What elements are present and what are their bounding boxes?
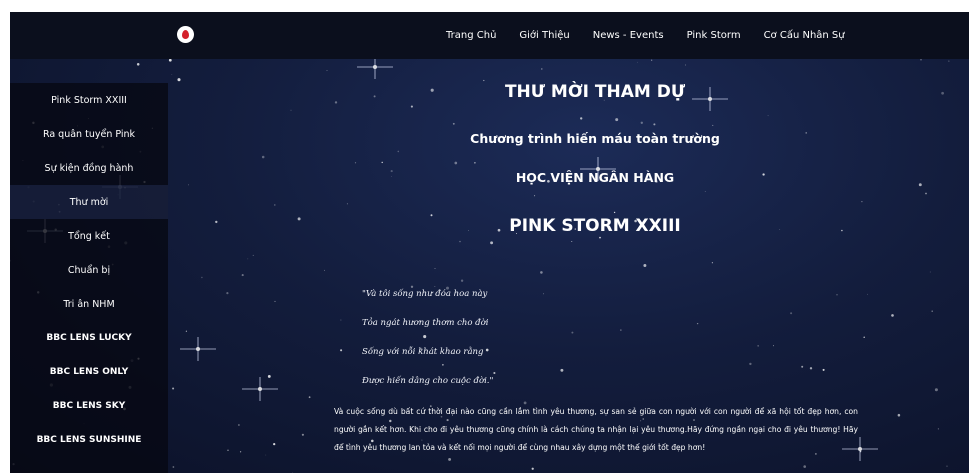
star-dot <box>261 155 265 159</box>
star-dot <box>925 192 927 195</box>
star-dot <box>252 254 254 256</box>
star-dot <box>177 78 181 82</box>
sidebar-item-bbc-lens-only[interactable]: BBC LENS ONLY <box>10 355 168 389</box>
star-dot <box>301 433 304 436</box>
page-subtitle: Chương trình hiến máu toàn trường <box>470 131 720 146</box>
star-dot <box>171 74 173 75</box>
blood-drop-logo-icon <box>182 30 189 39</box>
star-dot <box>931 310 933 312</box>
star-dot <box>929 271 931 273</box>
star-dot <box>136 63 140 66</box>
nav-link-co-cau-nhan-su[interactable]: Cơ Cấu Nhân Sự <box>764 30 845 41</box>
star-dot <box>946 465 948 467</box>
invitation-content: THƯ MỜI THAM DỰ Chương trình hiến máu to… <box>330 59 860 473</box>
nav-links: Trang Chủ Giới Thiệu News - Events Pink … <box>446 12 868 59</box>
sidebar-item-ra-quan-tuyen-pink[interactable]: Ra quân tuyển Pink <box>10 117 168 151</box>
invitation-paragraph: Và cuộc sống dù bất cứ thời đại nào cũng… <box>334 407 858 452</box>
organization-name: HỌC VIỆN NGÂN HÀNG <box>515 170 675 185</box>
sidebar-item-tri-an-nhm[interactable]: Tri ân NHM <box>10 287 168 321</box>
nav-link-news-events[interactable]: News - Events <box>593 30 664 41</box>
nav-link-pink-storm[interactable]: Pink Storm <box>687 30 741 41</box>
sidebar-item-pink-storm-xxiii[interactable]: Pink Storm XXIII <box>10 83 168 117</box>
star-dot <box>267 374 271 378</box>
star-dot <box>891 314 894 317</box>
sidebar-menu: Pink Storm XXIII Ra quân tuyển Pink Sự k… <box>10 83 168 473</box>
star-dot <box>185 330 187 332</box>
star-dot <box>274 300 276 302</box>
star-dot <box>861 200 863 203</box>
star-dot <box>241 274 244 277</box>
star-dot <box>247 258 249 260</box>
star-dot <box>918 183 922 187</box>
star-dot <box>188 184 190 186</box>
star-dot <box>324 269 325 271</box>
star-dot <box>863 336 865 338</box>
star-dot <box>172 466 175 468</box>
star-dot <box>168 59 172 62</box>
star-dot <box>948 60 950 62</box>
nav-link-trang-chu[interactable]: Trang Chủ <box>446 30 496 41</box>
top-strip <box>0 0 969 12</box>
star-dot <box>273 442 276 446</box>
star-dot <box>290 109 292 111</box>
star-dot <box>227 449 229 451</box>
star-dot <box>941 91 944 95</box>
star-dot <box>215 220 218 224</box>
star-dot <box>867 293 868 295</box>
star-dot <box>226 292 229 295</box>
poem-line: Tỏa ngát hương thơm cho đời <box>362 318 489 328</box>
star-dot <box>297 217 301 221</box>
sidebar-item-tong-ket[interactable]: Tổng kết <box>10 219 168 253</box>
nav-link-gioi-thieu[interactable]: Giới Thiệu <box>519 30 569 41</box>
star-dot <box>237 424 240 426</box>
top-navbar: Trang Chủ Giới Thiệu News - Events Pink … <box>10 12 969 59</box>
poem-line: "Và tôi sống như đóa hoa này <box>362 289 488 299</box>
star-dot <box>920 59 922 61</box>
sparkle-star <box>180 337 216 361</box>
sidebar-item-bbc-lens-sunshine[interactable]: BBC LENS SUNSHINE <box>10 423 168 457</box>
poem-line: Được hiến dâng cho cuộc đời." <box>362 376 494 386</box>
star-dot <box>239 451 242 453</box>
star-dot <box>274 204 276 206</box>
event-name: PINK STORM XXIII <box>509 216 681 236</box>
star-dot <box>308 396 311 399</box>
star-dot <box>937 428 940 430</box>
poem-line: Sống với nỗi khát khao rằng <box>362 347 484 357</box>
star-dot <box>172 387 175 390</box>
sidebar-item-chuan-bi[interactable]: Chuẩn bị <box>10 253 168 287</box>
star-dot <box>326 70 328 71</box>
sidebar-item-bbc-lens-sky[interactable]: BBC LENS SKY <box>10 389 168 423</box>
star-dot <box>201 276 203 279</box>
sidebar-item-thu-moi[interactable]: Thư mời <box>10 185 168 219</box>
sidebar-item-bbc-lens-lucky[interactable]: BBC LENS LUCKY <box>10 321 168 355</box>
sparkle-star <box>242 377 278 401</box>
site-logo[interactable] <box>177 26 194 43</box>
star-dot <box>265 454 267 456</box>
star-dot <box>897 413 901 417</box>
sidebar-item-su-kien-dong-hanh[interactable]: Sự kiện đồng hành <box>10 151 168 185</box>
poem-block: "Và tôi sống như đóa hoa này Tỏa ngát hư… <box>362 288 493 404</box>
star-dot <box>934 388 938 392</box>
page-title: THƯ MỜI THAM DỰ <box>504 82 686 102</box>
